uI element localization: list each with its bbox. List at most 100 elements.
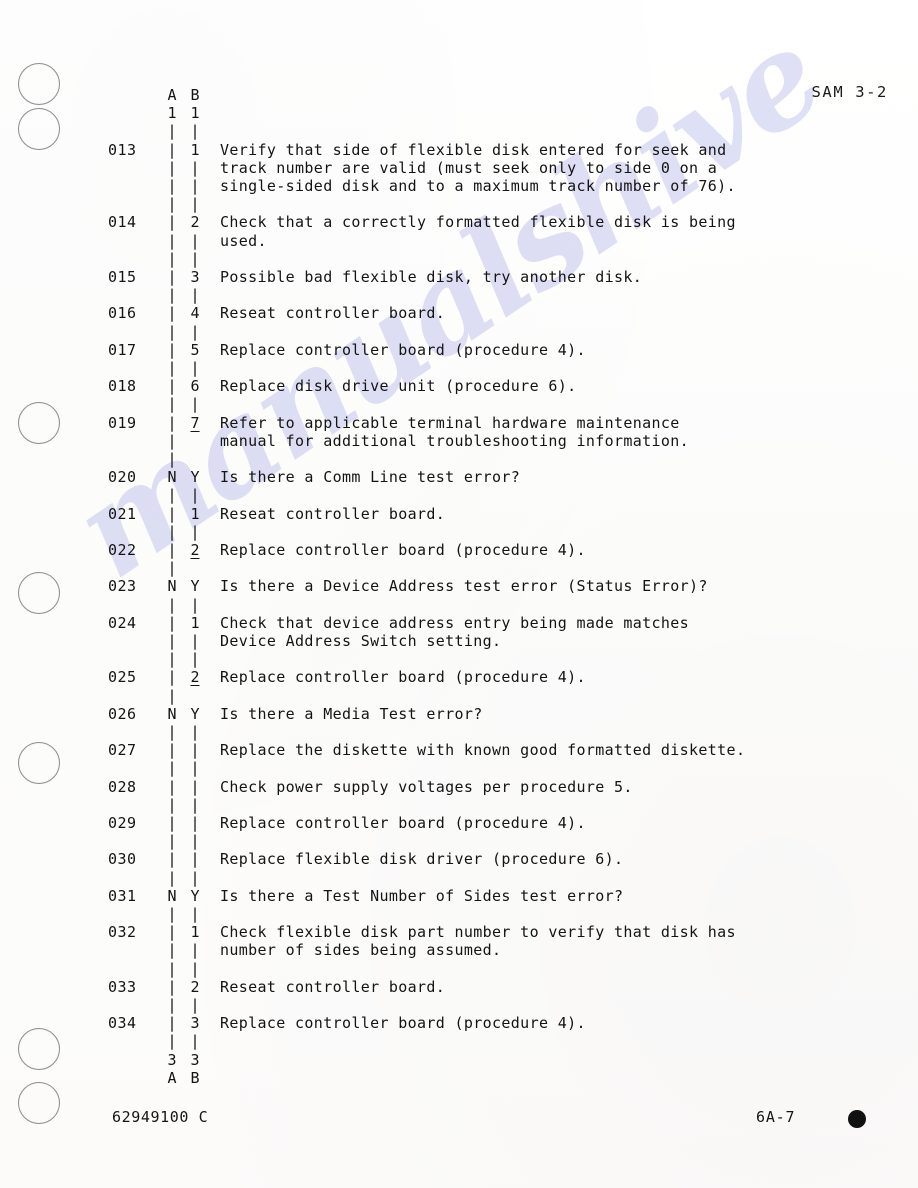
rail-segment-a: | bbox=[167, 431, 177, 450]
rail-segment-b: | bbox=[190, 996, 200, 1014]
rail-marker-a: | bbox=[167, 413, 177, 432]
rail-segment-a: | bbox=[167, 759, 177, 778]
step-text: Replace the diskette with known good for… bbox=[220, 741, 746, 760]
rail-segment-b: | bbox=[190, 795, 200, 814]
step-number: 034 bbox=[108, 1014, 137, 1033]
rail-segment-a: | bbox=[167, 158, 177, 177]
step-text: Replace controller board (procedure 4). bbox=[220, 814, 586, 832]
rail-marker-b: 3 bbox=[190, 1014, 200, 1033]
rail-marker-a: | bbox=[167, 613, 177, 632]
rail-segment-b: | bbox=[190, 395, 200, 414]
step-number: 020 bbox=[108, 468, 137, 487]
rail-marker-a: | bbox=[167, 541, 177, 559]
rail-marker-a: | bbox=[167, 304, 177, 323]
rail-marker-b: 2 bbox=[190, 668, 200, 687]
step-number: 027 bbox=[108, 741, 137, 760]
rail-header-a: A bbox=[167, 86, 177, 104]
rail-marker-a: N bbox=[167, 704, 177, 723]
step-number: 013 bbox=[108, 140, 137, 159]
rail-marker-b: 1 bbox=[190, 140, 200, 159]
step-text: Refer to applicable terminal hardware ma… bbox=[220, 413, 690, 450]
step-number: 032 bbox=[108, 923, 137, 942]
rail-header-b: B bbox=[190, 86, 200, 104]
step-number: 021 bbox=[108, 504, 137, 523]
rail-segment-a: | bbox=[167, 996, 177, 1014]
rail-marker-b: 3 bbox=[190, 268, 200, 286]
rail-segment-b: | bbox=[190, 359, 200, 377]
rail-marker-a: N bbox=[167, 886, 177, 905]
rail-segment-b: | bbox=[190, 1032, 200, 1051]
rail-segment-b: | bbox=[190, 941, 200, 960]
rail-marker-a: | bbox=[167, 814, 177, 832]
rail-segment-a: | bbox=[167, 1032, 177, 1051]
rail-segment-a: | bbox=[167, 650, 177, 669]
rail-connector-top-a: 1 bbox=[167, 104, 177, 123]
step-text: Replace controller board (procedure 4). bbox=[220, 668, 586, 687]
rail-marker-b: 2 bbox=[190, 541, 200, 559]
step-number: 031 bbox=[108, 886, 137, 905]
rail-segment-b: | bbox=[190, 486, 200, 505]
step-number: 030 bbox=[108, 850, 137, 869]
punch-hole bbox=[18, 402, 60, 444]
rail-marker-b: | bbox=[190, 741, 200, 760]
rail-segment-a: | bbox=[167, 359, 177, 377]
rail-marker-b: 2 bbox=[190, 977, 200, 996]
step-text: Is there a Comm Line test error? bbox=[220, 468, 521, 487]
rail-marker-a: | bbox=[167, 377, 177, 396]
step-number: 025 bbox=[108, 668, 137, 687]
punch-hole bbox=[18, 1082, 60, 1124]
rail-marker-a: | bbox=[167, 340, 177, 359]
rail-marker-b: 4 bbox=[190, 304, 200, 323]
rail-marker-b: | bbox=[190, 777, 200, 796]
rail-segment-a: | bbox=[167, 795, 177, 814]
manual-page: manualshive SAM 3-2 A B 1 1 | | 013 | 1 Verify th… bbox=[0, 0, 918, 1188]
rail-connector-bottom-a: 3 bbox=[167, 1050, 177, 1069]
step-text: Reseat controller board. bbox=[220, 977, 446, 996]
rail-marker-a: | bbox=[167, 668, 177, 687]
rail-marker-b: 1 bbox=[190, 923, 200, 942]
rail-segment-a: | bbox=[167, 723, 177, 741]
step-number: 028 bbox=[108, 777, 137, 796]
rail-segment-a: | bbox=[167, 249, 177, 268]
rail-marker-b: Y bbox=[190, 704, 200, 723]
rail-marker-a: N bbox=[167, 468, 177, 487]
rail-marker-a: | bbox=[167, 977, 177, 996]
punch-hole bbox=[18, 1028, 60, 1070]
rail-marker-b: | bbox=[190, 850, 200, 869]
rail-segment-a: | bbox=[167, 941, 177, 960]
rail-marker-a: | bbox=[167, 213, 177, 232]
rail-marker-b: Y bbox=[190, 468, 200, 487]
step-text: Replace controller board (procedure 4). bbox=[220, 541, 586, 559]
rail-segment-b: | bbox=[190, 322, 200, 341]
rail-segment-a: | bbox=[167, 322, 177, 341]
step-text: Is there a Media Test error? bbox=[220, 704, 483, 723]
rail-segment-b: | bbox=[190, 959, 200, 978]
rail-footer-a: A bbox=[167, 1068, 177, 1087]
rail-segment-a: | bbox=[167, 559, 177, 578]
rail-marker-b: 7 bbox=[190, 413, 200, 432]
rail-marker-a: | bbox=[167, 777, 177, 796]
step-number: 026 bbox=[108, 704, 137, 723]
step-text: Is there a Device Address test error (St… bbox=[220, 577, 708, 596]
step-number: 016 bbox=[108, 304, 137, 323]
rail-marker-b: 1 bbox=[190, 504, 200, 523]
rail-segment-b: | bbox=[190, 632, 200, 650]
rail-segment-a: | bbox=[167, 595, 177, 614]
rail-segment-a: | bbox=[167, 832, 177, 851]
rail-segment-a: | bbox=[167, 632, 177, 650]
rail-connector-bottom-b: 3 bbox=[190, 1050, 200, 1069]
punch-hole bbox=[18, 742, 60, 784]
step-text: Check power supply voltages per procedur… bbox=[220, 777, 633, 796]
step-number: 029 bbox=[108, 814, 137, 832]
rail-segment-a: | bbox=[167, 522, 177, 541]
step-text: Check that device address entry being ma… bbox=[220, 613, 690, 650]
step-text: Reseat controller board. bbox=[220, 304, 446, 323]
rail-marker-b: 1 bbox=[190, 613, 200, 632]
rail-marker-b: 6 bbox=[190, 377, 200, 396]
rail-marker-a: | bbox=[167, 1014, 177, 1033]
rail-marker-a: | bbox=[167, 923, 177, 942]
rail-footer-b: B bbox=[190, 1068, 200, 1087]
punch-hole bbox=[18, 572, 60, 614]
step-text: Replace disk drive unit (procedure 6). bbox=[220, 377, 577, 396]
rail-segment-b: | bbox=[190, 249, 200, 268]
